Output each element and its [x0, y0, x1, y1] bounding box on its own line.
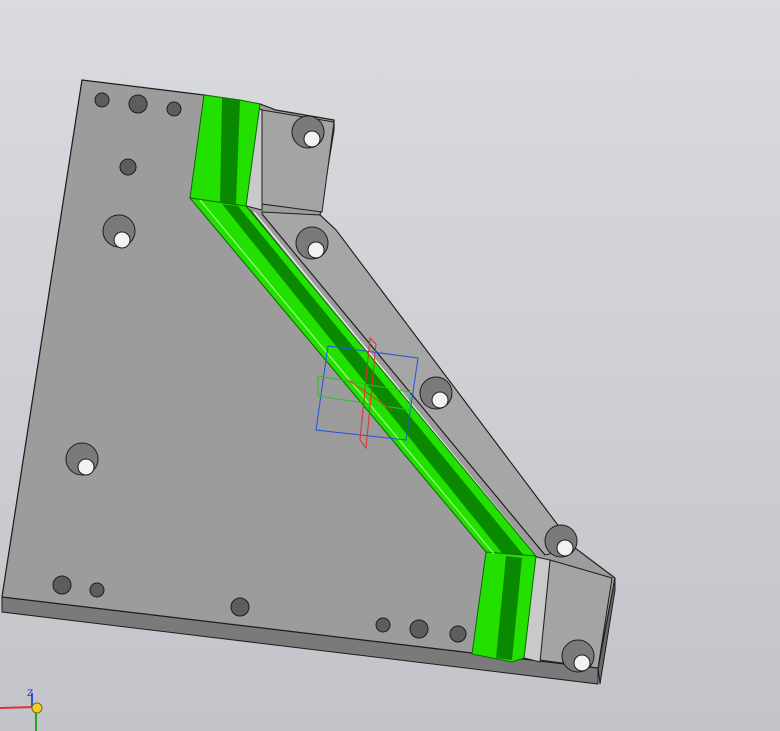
- model-canvas[interactable]: Z: [0, 0, 780, 731]
- hole-bottom-right-2[interactable]: [409, 619, 429, 639]
- hole-bottom-right-3[interactable]: [449, 625, 467, 643]
- hole-bottom-right-1[interactable]: [375, 617, 391, 633]
- cbore-hole-ledge-4[interactable]: [544, 524, 578, 558]
- cad-3d-viewport[interactable]: Z: [0, 0, 780, 731]
- hole-bottom-middle[interactable]: [230, 597, 250, 617]
- cbore-hole-left-low[interactable]: [65, 442, 99, 476]
- hole-bottom-left-1[interactable]: [52, 575, 72, 595]
- cbore-hole-left-mid[interactable]: [102, 214, 136, 249]
- hole-top-left-3[interactable]: [166, 101, 182, 117]
- triad-origin: [31, 702, 43, 714]
- cbore-hole-ledge-bottom[interactable]: [561, 639, 595, 673]
- hole-top-left-2[interactable]: [128, 94, 148, 114]
- triad-x-axis: [0, 706, 37, 709]
- triad-z-label: Z: [27, 689, 33, 699]
- orientation-triad[interactable]: Z: [0, 689, 43, 731]
- cbore-hole-ledge-top[interactable]: [291, 115, 325, 149]
- cbore-hole-ledge-3[interactable]: [419, 376, 453, 410]
- hole-bottom-left-2[interactable]: [89, 582, 105, 598]
- cbore-hole-ledge-2[interactable]: [295, 226, 329, 260]
- hole-top-left-1[interactable]: [94, 92, 110, 108]
- hole-left-upper[interactable]: [119, 158, 137, 176]
